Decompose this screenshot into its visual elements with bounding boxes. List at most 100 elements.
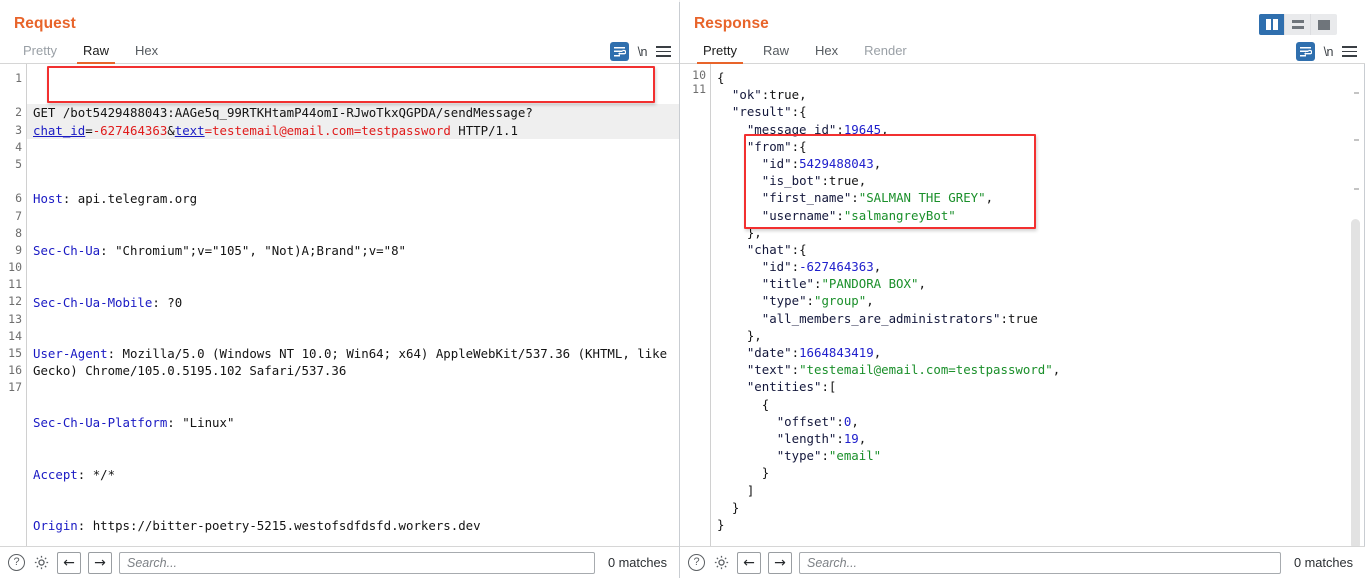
response-json-body[interactable]: { "ok":true, "result":{ "message id":196… — [710, 64, 1365, 546]
layout-single-button[interactable] — [1311, 14, 1337, 35]
request-search-input[interactable] — [119, 551, 595, 574]
request-tab-raw[interactable]: Raw — [73, 40, 119, 64]
search-next-button[interactable]: → — [768, 551, 792, 574]
json-line: "first_name":"SALMAN THE GREY", — [717, 189, 1365, 206]
line-number: 2 — [15, 105, 22, 120]
json-token-punct: : — [791, 259, 800, 275]
json-token-punct: : — [1000, 310, 1008, 326]
header-row: Host: api.telegram.org — [33, 191, 198, 207]
search-prev-button[interactable]: ← — [57, 551, 81, 574]
json-token-key: "result" — [731, 104, 792, 120]
json-token-punct: :{ — [791, 104, 807, 120]
response-search-input[interactable] — [799, 551, 1281, 574]
json-token-punct: : — [791, 362, 800, 378]
json-token-punct: : — [836, 413, 844, 429]
header-value: ?0 — [167, 294, 183, 310]
hamburger-menu-icon — [656, 46, 671, 57]
json-token-str: "PANDORA BOX" — [821, 276, 919, 292]
request-path: /bot5429488043:AAGe5q_99RTKHtamP44omI-RJ… — [62, 105, 533, 121]
json-line: "type":"email" — [717, 447, 1365, 464]
header-value: "Linux" — [182, 415, 235, 430]
response-show-newlines-button[interactable]: \n — [1324, 45, 1334, 59]
search-next-button[interactable]: → — [88, 551, 112, 574]
response-tab-render[interactable]: Render — [854, 40, 917, 63]
response-tab-raw[interactable]: Raw — [753, 40, 799, 63]
json-line: "entities":[ — [717, 378, 1365, 395]
line-number: 11 — [692, 82, 706, 96]
json-token-punct: :{ — [791, 138, 807, 154]
json-token-key: "ok" — [731, 87, 762, 103]
json-token-key: "type" — [761, 293, 807, 309]
request-menu-button[interactable] — [656, 46, 671, 57]
json-token-punct: , — [918, 276, 926, 292]
json-token-key: "all_members_are_administrators" — [761, 310, 1001, 326]
help-icon[interactable]: ? — [688, 554, 705, 571]
header-row: User-Agent: Mozilla/5.0 (Windows NT 10.0… — [33, 346, 675, 379]
json-token-key: "type" — [776, 448, 822, 464]
search-prev-button[interactable]: ← — [737, 551, 761, 574]
json-token-punct: : — [791, 155, 800, 171]
response-tabbar: Pretty Raw Hex Render \n — [680, 34, 1365, 64]
json-token-v: true — [769, 87, 800, 103]
json-line: "id":5429488043, — [717, 155, 1365, 172]
request-raw-text[interactable]: GET /bot5429488043:AAGe5q_99RTKHtamP44om… — [26, 64, 679, 546]
request-show-newlines-button[interactable]: \n — [638, 45, 648, 59]
response-tab-hex[interactable]: Hex — [805, 40, 848, 63]
json-token-key: "username" — [761, 207, 837, 223]
request-editor[interactable]: 1 · 2 3 4 5 · 6 7 8 9 10 11 12 13 14 15 … — [0, 64, 679, 546]
json-token-key: "from" — [746, 138, 792, 154]
header-row: Sec-Ch-Ua-Mobile: ?0 — [33, 294, 183, 310]
json-token-key: "id" — [761, 259, 792, 275]
json-token-key: "is_bot" — [761, 173, 822, 189]
layout-side-by-side-button[interactable] — [1259, 14, 1285, 35]
line-number: 14 — [8, 328, 22, 343]
help-icon[interactable]: ? — [8, 554, 25, 571]
response-word-wrap-button[interactable] — [1295, 42, 1315, 61]
header-value: api.telegram.org — [77, 191, 198, 207]
json-line: "from":{ — [717, 138, 1365, 155]
json-token-num: 5429488043 — [799, 155, 874, 171]
header-row: Sec-Ch-Ua-Platform: "Linux" — [33, 415, 235, 430]
line-number: 8 — [15, 225, 22, 240]
request-tab-hex[interactable]: Hex — [125, 40, 168, 63]
json-token-punct: }, — [746, 224, 762, 240]
json-token-key: "chat" — [746, 241, 792, 257]
response-editor[interactable]: 10 11 { "ok":true, "result":{ "message i… — [680, 64, 1365, 546]
line-number: 10 — [692, 70, 706, 81]
gear-icon[interactable] — [32, 554, 50, 572]
json-token-punct: , — [858, 173, 867, 189]
scrollbar-thumb[interactable] — [1351, 219, 1360, 546]
request-tab-pretty[interactable]: Pretty — [13, 40, 67, 63]
line-number: 6 — [15, 191, 22, 206]
line-number: 3 — [15, 122, 22, 137]
json-line: "offset":0, — [717, 413, 1365, 430]
request-param-text-value: testemail@email.com=testpassword — [212, 122, 451, 138]
line-number: 16 — [8, 363, 22, 378]
response-menu-button[interactable] — [1342, 46, 1357, 57]
ampersand: & — [167, 122, 175, 138]
header-name: Sec-Ch-Ua-Mobile — [33, 294, 153, 310]
response-scrollbar[interactable] — [1351, 64, 1360, 546]
json-line: "id":-627464363, — [717, 258, 1365, 275]
layout-stacked-button[interactable] — [1285, 14, 1311, 35]
response-tab-pretty[interactable]: Pretty — [693, 40, 747, 64]
line-number: 9 — [15, 242, 22, 257]
json-token-key: "offset" — [776, 413, 837, 429]
line-number: 11 — [8, 277, 22, 292]
json-line: "chat":{ — [717, 241, 1365, 258]
request-word-wrap-button[interactable] — [609, 42, 629, 61]
gear-icon[interactable] — [712, 554, 730, 572]
